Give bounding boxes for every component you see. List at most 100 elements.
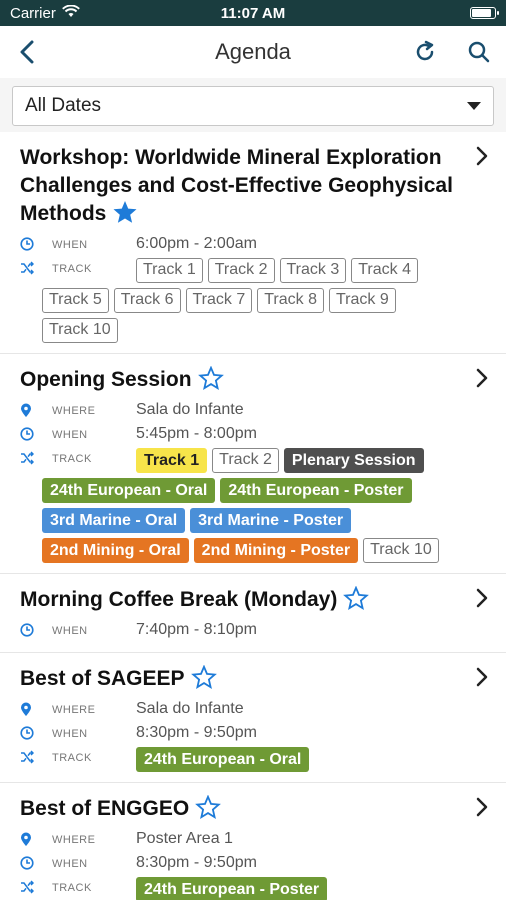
when-row: WHEN 6:00pm - 2:00am: [20, 234, 462, 256]
track-tags-overflow: Track 5 Track 6 Track 7 Track 8 Track 9 …: [42, 288, 462, 343]
session-item[interactable]: Workshop: Worldwide Mineral Exploration …: [0, 132, 506, 354]
when-row: WHEN 5:45pm - 8:00pm: [20, 424, 462, 446]
session-title-text: Best of SAGEEP: [20, 667, 185, 690]
track-tag[interactable]: 24th European - Oral: [42, 478, 216, 503]
chevron-right-icon: [476, 368, 488, 393]
session-title: Workshop: Worldwide Mineral Exploration …: [20, 144, 462, 232]
session-item[interactable]: Opening Session WHERE Sala do Infante WH…: [0, 354, 506, 574]
when-value: 5:45pm - 8:00pm: [136, 425, 257, 442]
track-tag[interactable]: Track 1: [136, 258, 203, 283]
star-outline-icon[interactable]: [190, 664, 217, 697]
star-outline-icon[interactable]: [197, 365, 224, 398]
session-title-text: Workshop: Worldwide Mineral Exploration …: [20, 146, 453, 225]
when-row: WHEN 7:40pm - 8:10pm: [20, 620, 462, 642]
track-row: TRACK Track 1 Track 2 Track 3 Track 4: [20, 258, 462, 283]
when-label: WHEN: [52, 429, 88, 441]
chevron-right-icon: [476, 588, 488, 613]
track-label: TRACK: [52, 263, 92, 275]
track-tag[interactable]: Track 2: [212, 448, 279, 473]
shuffle-icon: [20, 258, 40, 275]
filter-bar: All Dates: [0, 78, 506, 132]
when-row: WHEN 8:30pm - 9:50pm: [20, 853, 462, 875]
session-item[interactable]: Best of SAGEEP WHERE Sala do Infante WHE…: [0, 653, 506, 783]
track-tags-overflow: 24th European - Oral 24th European - Pos…: [42, 478, 462, 563]
track-row: TRACK 24th European - Oral: [20, 747, 462, 772]
search-icon: [468, 41, 490, 63]
track-tags: Track 1 Track 2 Plenary Session: [104, 448, 462, 473]
search-button[interactable]: [464, 37, 494, 67]
track-tag[interactable]: Track 7: [185, 288, 253, 313]
date-filter-value: All Dates: [25, 95, 102, 116]
refresh-icon: [416, 40, 434, 61]
session-item[interactable]: Morning Coffee Break (Monday) WHEN 7:40p…: [0, 574, 506, 653]
location-pin-icon: [20, 699, 40, 717]
session-title: Morning Coffee Break (Monday): [20, 585, 462, 618]
track-tag[interactable]: 3rd Marine - Oral: [42, 508, 186, 533]
where-value: Sala do Infante: [136, 401, 244, 418]
when-label: WHEN: [52, 625, 88, 637]
chevron-left-icon: [20, 40, 34, 64]
clock-icon: [20, 424, 40, 441]
track-row: TRACK Track 1 Track 2 Plenary Session: [20, 448, 462, 473]
track-tag[interactable]: Track 4: [351, 258, 418, 283]
star-outline-icon[interactable]: [343, 585, 370, 618]
track-tag[interactable]: 2nd Mining - Poster: [193, 538, 359, 563]
chevron-right-icon: [476, 797, 488, 822]
carrier-label: Carrier: [10, 4, 56, 22]
where-label: WHERE: [52, 405, 96, 417]
track-tags: 24th European - Poster: [104, 877, 462, 900]
track-label: TRACK: [52, 453, 92, 465]
nav-bar: Agenda: [0, 26, 506, 78]
track-tag[interactable]: 2nd Mining - Oral: [42, 538, 189, 563]
track-tag[interactable]: Track 10: [42, 318, 118, 343]
track-tag[interactable]: Track 5: [42, 288, 109, 313]
star-filled-icon[interactable]: [112, 200, 138, 232]
clock-icon: [20, 234, 40, 251]
track-tag[interactable]: 24th European - Poster: [136, 877, 328, 900]
track-label: TRACK: [52, 882, 92, 894]
when-label: WHEN: [52, 239, 88, 251]
status-bar: Carrier 11:07 AM: [0, 0, 506, 26]
session-title: Best of SAGEEP: [20, 664, 462, 697]
clock-icon: [20, 723, 40, 740]
battery-icon: [470, 7, 499, 19]
session-title-text: Best of ENGGEO: [20, 797, 190, 820]
star-outline-icon[interactable]: [195, 794, 222, 827]
chevron-right-icon: [476, 146, 488, 171]
track-tag[interactable]: Track 1: [136, 448, 208, 473]
date-filter-select[interactable]: All Dates: [12, 86, 494, 126]
shuffle-icon: [20, 877, 40, 894]
track-row: TRACK 24th European - Poster: [20, 877, 462, 900]
chevron-right-icon: [476, 667, 488, 692]
location-pin-icon: [20, 829, 40, 847]
where-value: Sala do Infante: [136, 700, 244, 717]
where-value: Poster Area 1: [136, 830, 233, 847]
track-tag[interactable]: 24th European - Oral: [136, 747, 310, 772]
shuffle-icon: [20, 747, 40, 764]
track-tag[interactable]: Track 3: [279, 258, 347, 283]
track-tag[interactable]: Track 6: [113, 288, 181, 313]
track-tag[interactable]: Track 2: [207, 258, 275, 283]
session-title: Opening Session: [20, 365, 462, 398]
clock-icon: [20, 620, 40, 637]
session-title-text: Morning Coffee Break (Monday): [20, 588, 338, 611]
where-row: WHERE Sala do Infante: [20, 699, 462, 721]
back-button[interactable]: [12, 37, 42, 67]
session-item[interactable]: Best of ENGGEO WHERE Poster Area 1 WHEN …: [0, 783, 506, 900]
refresh-button[interactable]: [410, 37, 440, 67]
when-value: 7:40pm - 8:10pm: [136, 621, 257, 638]
track-tag[interactable]: 24th European - Poster: [220, 478, 412, 503]
track-tag[interactable]: Plenary Session: [283, 448, 424, 473]
track-tag[interactable]: Track 8: [257, 288, 324, 313]
when-value: 8:30pm - 9:50pm: [136, 724, 257, 741]
track-label: TRACK: [52, 752, 92, 764]
shuffle-icon: [20, 448, 40, 465]
track-tags: 24th European - Oral: [104, 747, 462, 772]
when-label: WHEN: [52, 858, 88, 870]
track-tag[interactable]: Track 9: [329, 288, 396, 313]
when-row: WHEN 8:30pm - 9:50pm: [20, 723, 462, 745]
wifi-icon: [61, 4, 80, 22]
session-list: Workshop: Worldwide Mineral Exploration …: [0, 132, 506, 900]
track-tag[interactable]: Track 10: [363, 538, 439, 563]
track-tag[interactable]: 3rd Marine - Poster: [190, 508, 352, 533]
